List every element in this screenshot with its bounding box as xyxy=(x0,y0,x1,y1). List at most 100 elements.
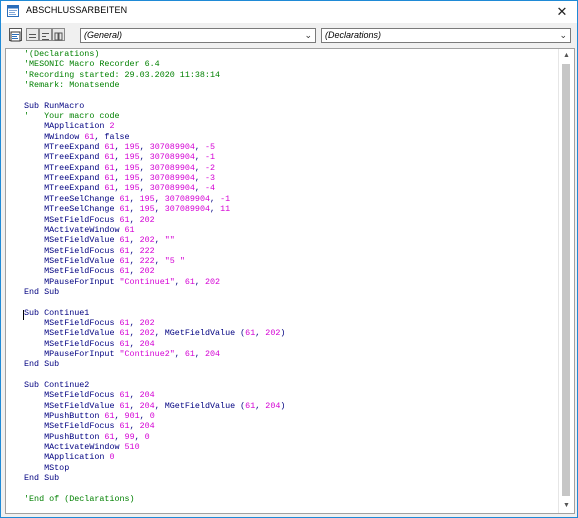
code-line[interactable]: MActivateWindow 61 xyxy=(24,225,285,235)
code-token: , xyxy=(194,162,205,173)
code-line[interactable]: ' Your macro code xyxy=(24,111,285,121)
code-literal: 61 xyxy=(104,142,115,153)
code-line[interactable]: MTreeExpand 61, 195, 307089904, -1 xyxy=(24,152,285,162)
code-token: MStop xyxy=(24,462,70,473)
code-line[interactable]: MPauseForInput "Continue1", 61, 202 xyxy=(24,277,285,287)
code-literal: 901 xyxy=(124,411,140,422)
code-literal: 202 xyxy=(265,328,281,339)
code-line[interactable]: MPauseForInput "Continue2", 61, 204 xyxy=(24,349,285,359)
code-token: , xyxy=(129,328,140,339)
code-line[interactable]: MStop xyxy=(24,463,285,473)
window-title: ABSCHLUSSARBEITEN xyxy=(26,5,128,15)
object-combo[interactable]: (General) ⌄ xyxy=(80,28,316,43)
scroll-down-icon[interactable]: ▼ xyxy=(559,499,574,513)
full-module-view-button[interactable] xyxy=(26,28,39,41)
view-code-icon xyxy=(10,31,21,42)
code-line[interactable]: MPushButton 61, 99, 0 xyxy=(24,432,285,442)
code-line[interactable]: MTreeSelChange 61, 195, 307089904, -1 xyxy=(24,194,285,204)
split-view-icon xyxy=(54,32,63,41)
code-line[interactable]: MSetFieldFocus 61, 202 xyxy=(24,215,285,225)
code-line[interactable]: MTreeSelChange 61, 195, 307089904, 11 xyxy=(24,204,285,214)
code-line[interactable]: MSetFieldValue 61, 204, MGetFieldValue (… xyxy=(24,401,285,411)
code-token: , xyxy=(154,204,165,215)
code-literal: 61 xyxy=(124,224,135,235)
code-token: , xyxy=(194,276,205,287)
code-line[interactable]: MApplication 0 xyxy=(24,452,285,462)
procedure-view-button[interactable] xyxy=(39,28,52,41)
code-line[interactable]: MSetFieldFocus 61, 204 xyxy=(24,339,285,349)
title-bar[interactable]: ABSCHLUSSARBEITEN ✕ xyxy=(1,1,577,23)
code-line[interactable]: MSetFieldFocus 61, 204 xyxy=(24,390,285,400)
code-line[interactable]: MApplication 2 xyxy=(24,121,285,131)
code-line[interactable] xyxy=(24,483,285,493)
code-line[interactable]: MSetFieldValue 61, 202 , MGetFieldValue (… xyxy=(24,328,285,338)
code-line[interactable]: 'Remark: Monatsende xyxy=(24,80,285,90)
code-literal: 204 xyxy=(139,338,155,349)
scroll-up-icon[interactable]: ▲ xyxy=(559,49,574,63)
code-line[interactable]: MTreeExpand 61, 195, 307089904, -5 xyxy=(24,142,285,152)
code-line[interactable]: MTreeExpand 61, 195, 307089904, -3 xyxy=(24,173,285,183)
code-token: MApplication xyxy=(24,121,110,132)
code-token: MSetFieldValue xyxy=(24,328,120,339)
code-line[interactable]: 'Recording started: 29.03.2020 11:38:14 xyxy=(24,70,285,80)
code-token: MPauseForInput xyxy=(24,276,120,287)
code-literal: 307089904 xyxy=(149,152,195,163)
procedure-combo[interactable]: (Declarations) ⌄ xyxy=(321,28,571,43)
code-token: , xyxy=(114,142,125,153)
code-line[interactable]: End Sub xyxy=(24,473,285,483)
code-line[interactable]: MSetFieldFocus 61, 222 xyxy=(24,246,285,256)
code-line[interactable]: MPushButton 61, 901, 0 xyxy=(24,411,285,421)
code-token: , MGetFieldValue ( xyxy=(154,328,246,339)
code-line[interactable]: MTreeExpand 61, 195, 307089904, -2 xyxy=(24,163,285,173)
code-token: , xyxy=(194,348,205,359)
code-literal: 0 xyxy=(144,431,150,442)
code-line[interactable]: MSetFieldValue 61, 222, "5 " xyxy=(24,256,285,266)
code-token: , xyxy=(129,317,140,328)
code-token: , xyxy=(194,183,205,194)
code-token: , false xyxy=(94,131,130,142)
code-line[interactable]: Sub Continue1 xyxy=(24,308,285,318)
vertical-scrollbar[interactable]: ▲ ▼ xyxy=(558,49,574,513)
code-text[interactable]: '(Declarations) 'MESONIC Macro Recorder 6… xyxy=(24,49,285,504)
code-line[interactable]: MSetFieldFocus 61, 202 xyxy=(24,318,285,328)
code-line[interactable]: '(Declarations) xyxy=(24,49,285,59)
code-literal: -3 xyxy=(204,173,216,184)
code-editor[interactable]: '(Declarations) 'MESONIC Macro Recorder 6… xyxy=(5,48,575,514)
code-line[interactable] xyxy=(24,370,285,380)
code-line[interactable]: Sub Continue2 xyxy=(24,380,285,390)
code-line[interactable]: MActivateWindow 510 xyxy=(24,442,285,452)
code-token: , xyxy=(114,411,125,422)
code-literal: 61 xyxy=(119,328,130,339)
app-window-icon xyxy=(7,5,19,17)
code-literal: 61 xyxy=(119,400,130,411)
code-literal: 61 xyxy=(184,276,195,287)
code-literal: 0 xyxy=(149,411,155,422)
code-line[interactable]: MSetFieldFocus 61, 204 xyxy=(24,421,285,431)
code-line[interactable]: 'End of (Declarations) xyxy=(24,494,285,504)
code-literal: 61 xyxy=(245,328,256,339)
split-view-button[interactable] xyxy=(52,28,65,41)
view-code-button[interactable] xyxy=(9,28,22,42)
code-line[interactable]: End Sub xyxy=(24,359,285,369)
code-line[interactable]: End Sub xyxy=(24,287,285,297)
code-literal: 11 xyxy=(220,204,231,215)
code-line[interactable]: MWindow 61, false xyxy=(24,132,285,142)
code-line[interactable]: MSetFieldValue 61, 202, "" xyxy=(24,235,285,245)
code-token: MSetFieldFocus xyxy=(24,266,120,277)
code-line[interactable] xyxy=(24,90,285,100)
code-line[interactable]: 'MESONIC Macro Recorder 6.4 xyxy=(24,59,285,69)
code-literal: 195 xyxy=(124,162,140,173)
code-token: , xyxy=(114,173,125,184)
code-literal: 0 xyxy=(109,452,115,463)
code-token: , xyxy=(129,214,140,225)
close-button[interactable]: ✕ xyxy=(547,1,577,23)
code-literal: -5 xyxy=(204,142,216,153)
code-line[interactable] xyxy=(24,297,285,307)
code-line[interactable]: Sub RunMacro xyxy=(24,101,285,111)
code-literal: 61 xyxy=(245,400,256,411)
code-line[interactable]: MSetFieldFocus 61, 202 xyxy=(24,266,285,276)
scrollbar-thumb[interactable] xyxy=(562,64,570,496)
code-literal: 222 xyxy=(139,255,155,266)
code-line[interactable]: MTreeExpand 61, 195, 307089904, -4 xyxy=(24,183,285,193)
code-token: Sub Continue1 xyxy=(24,307,90,318)
